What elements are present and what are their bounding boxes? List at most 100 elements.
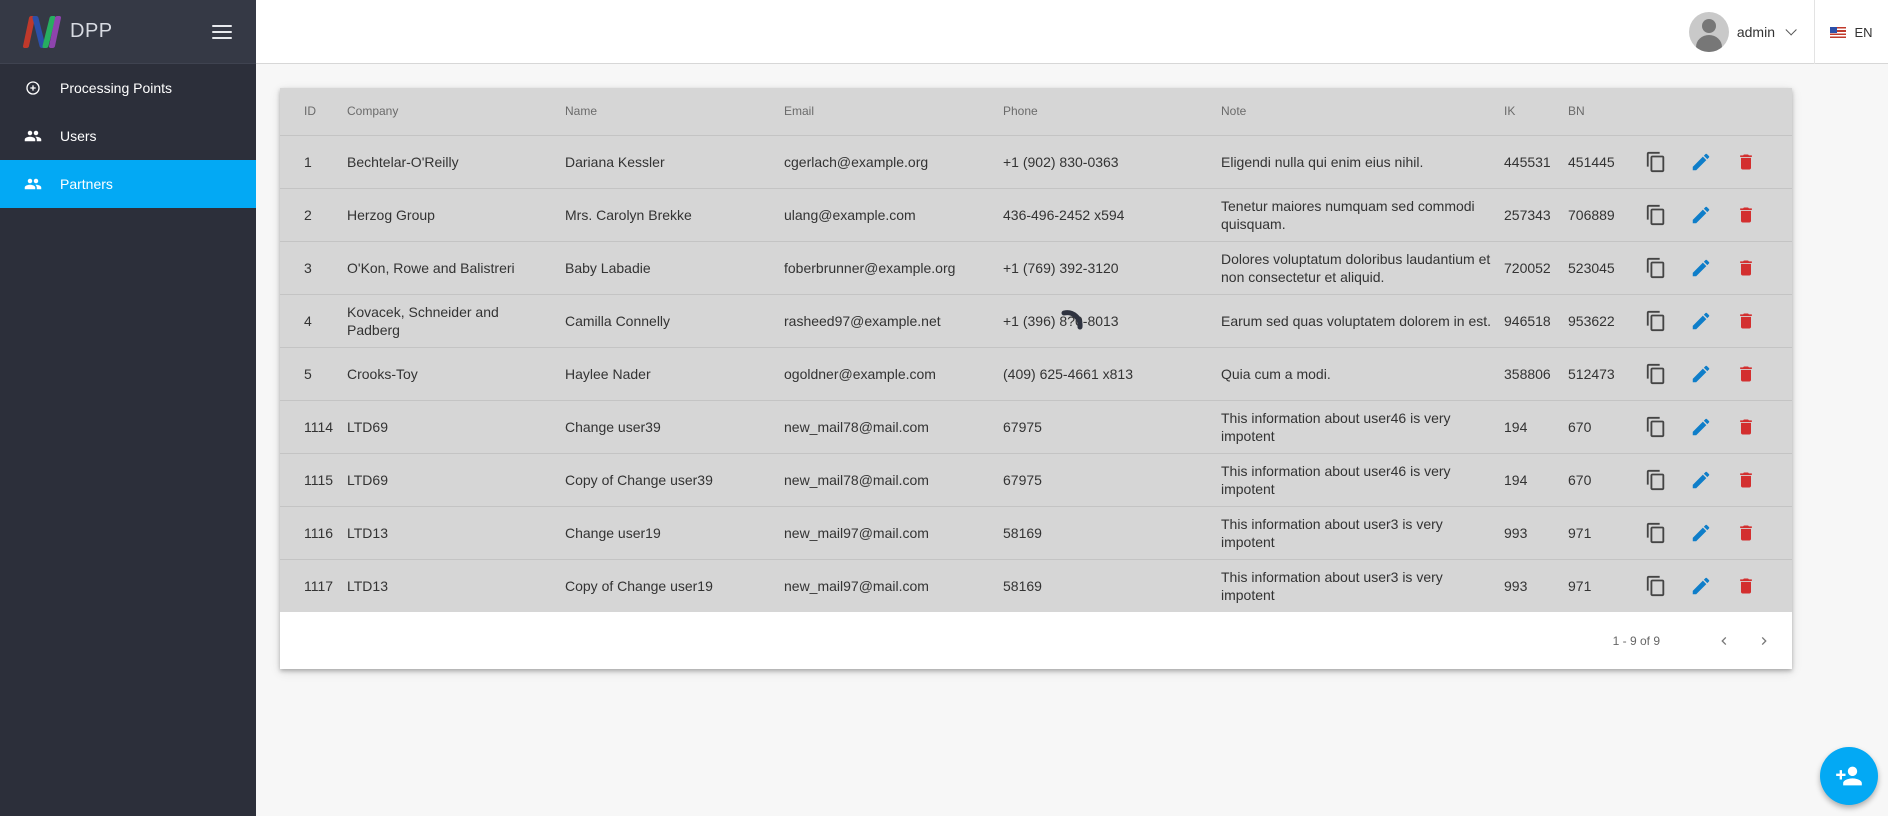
sidebar-item-label: Partners (60, 176, 113, 192)
copy-icon[interactable] (1644, 362, 1667, 386)
delete-icon[interactable] (1734, 574, 1757, 598)
add-circle-icon (24, 79, 42, 97)
app-name: DPP (70, 20, 113, 42)
cell-ik: 720052 (1492, 241, 1556, 295)
cell-id: 1114 (280, 400, 333, 454)
cell-bn: 670 (1556, 400, 1620, 454)
column-header-bn[interactable]: BN (1556, 88, 1620, 136)
delete-icon[interactable] (1734, 256, 1757, 280)
row-actions (1620, 506, 1792, 560)
cell-id: 1117 (304, 577, 334, 594)
cell-note: This information about user46 is very im… (1197, 453, 1492, 507)
edit-icon[interactable] (1689, 309, 1712, 333)
edit-icon[interactable] (1689, 150, 1712, 174)
cell-phone: (409) 625-4661 x813 (979, 347, 1197, 401)
cell-bn: 512473 (1556, 347, 1620, 401)
user-menu[interactable]: admin (1688, 12, 1797, 52)
table-row: 1117 LTD13 Copy of Change user19 new_mail97… (280, 559, 1792, 612)
delete-icon[interactable] (1734, 415, 1757, 439)
cell-company: Crooks-Toy (323, 347, 541, 401)
sidebar-nav: Processing Points Users Partners (0, 64, 256, 208)
cell-note: This information about user3 is very imp… (1221, 568, 1443, 603)
cell-ik: 257343 (1492, 188, 1556, 242)
row-actions (1620, 241, 1792, 295)
cell-company: LTD69 (323, 453, 541, 507)
cell-ik: 194 (1492, 453, 1556, 507)
cell-note: Eligendi nulla qui enim eius nihil. (1197, 135, 1492, 189)
copy-icon[interactable] (1644, 521, 1667, 545)
cell-name: Copy of Change user39 (541, 453, 760, 507)
column-header-ik[interactable]: IK (1492, 88, 1556, 136)
cell-ik: 993 (1492, 506, 1556, 560)
delete-icon[interactable] (1734, 309, 1757, 333)
add-partner-button[interactable] (1820, 747, 1878, 805)
copy-icon[interactable] (1644, 256, 1667, 280)
us-flag-icon (1830, 26, 1847, 38)
cell-company: Bechtelar-O'Reilly (323, 135, 541, 189)
cell-note: This information about user46 is very im… (1197, 400, 1492, 454)
cell-phone: +1 (902) 830-0363 (979, 135, 1197, 189)
menu-toggle-icon[interactable] (212, 24, 232, 39)
edit-icon[interactable] (1689, 415, 1712, 439)
cell-note: Tenetur maiores numquam sed commodi quis… (1197, 188, 1492, 242)
delete-icon[interactable] (1734, 362, 1757, 386)
next-page-icon[interactable] (1752, 629, 1776, 653)
people-icon (24, 175, 42, 193)
copy-icon[interactable] (1644, 468, 1667, 492)
column-header-id[interactable]: ID (280, 88, 323, 136)
table-row: 2 Herzog Group Mrs. Carolyn Brekke ulang@ex… (280, 188, 1792, 242)
table-body: 1 Bechtelar-O'Reilly Dariana Kessler cgerla… (280, 135, 1792, 612)
copy-icon[interactable] (1644, 150, 1667, 174)
row-actions (1620, 559, 1792, 612)
loading-spinner-icon (1056, 308, 1086, 338)
copy-icon[interactable] (1644, 203, 1667, 227)
table-row: 3 O'Kon, Rowe and Balistreri Baby Labadie f… (280, 241, 1792, 295)
cell-company: LTD69 (323, 400, 541, 454)
edit-icon[interactable] (1689, 203, 1712, 227)
delete-icon[interactable] (1734, 203, 1757, 227)
edit-icon[interactable] (1689, 362, 1712, 386)
add-person-icon (1836, 766, 1862, 786)
sidebar-item-partners[interactable]: Partners (0, 160, 256, 208)
cell-id: 1 (280, 135, 323, 189)
cell-phone: 67975 (979, 400, 1197, 454)
cell-email: cgerlach@example.org (760, 135, 979, 189)
column-header-phone[interactable]: Phone (979, 88, 1197, 136)
cell-bn: 706889 (1556, 188, 1620, 242)
cell-name: Mrs. Carolyn Brekke (541, 188, 760, 242)
cell-company: Herzog Group (323, 188, 541, 242)
language-selector[interactable]: EN (1814, 0, 1888, 64)
pagination-range: 1 - 9 of 9 (1612, 633, 1660, 648)
column-header-note[interactable]: Note (1197, 88, 1492, 136)
delete-icon[interactable] (1734, 468, 1757, 492)
cell-bn: 953622 (1556, 294, 1620, 348)
column-header-name[interactable]: Name (541, 88, 760, 136)
table-row: 5 Crooks-Toy Haylee Nader ogoldner@example.… (280, 347, 1792, 401)
cell-ik: 993 (1504, 577, 1528, 594)
edit-icon[interactable] (1689, 468, 1712, 492)
sidebar-item-processing-points[interactable]: Processing Points (0, 64, 256, 112)
cell-name: Dariana Kessler (541, 135, 760, 189)
people-icon (24, 127, 42, 145)
cell-company: LTD13 (323, 506, 541, 560)
copy-icon[interactable] (1644, 574, 1667, 598)
delete-icon[interactable] (1734, 150, 1757, 174)
partners-table: ID Company Name Email Phone Note IK BN 1… (280, 88, 1792, 612)
table-header-row: ID Company Name Email Phone Note IK BN (280, 88, 1792, 136)
edit-icon[interactable] (1689, 256, 1712, 280)
copy-icon[interactable] (1644, 309, 1667, 333)
cell-note: Dolores voluptatum doloribus laudantium … (1197, 241, 1492, 295)
copy-icon[interactable] (1644, 415, 1667, 439)
cell-id: 1115 (280, 453, 333, 507)
delete-icon[interactable] (1734, 521, 1757, 545)
column-header-company[interactable]: Company (323, 88, 541, 136)
cell-name: Haylee Nader (541, 347, 760, 401)
edit-icon[interactable] (1689, 521, 1712, 545)
table-row: 1115 LTD69 Copy of Change user39 new_mail78… (280, 453, 1792, 507)
previous-page-icon[interactable] (1712, 629, 1736, 653)
cell-name: Baby Labadie (541, 241, 760, 295)
column-header-email[interactable]: Email (760, 88, 979, 136)
cell-note: Earum sed quas voluptatem dolorem in est… (1197, 294, 1492, 348)
edit-icon[interactable] (1689, 574, 1712, 598)
sidebar-item-users[interactable]: Users (0, 112, 256, 160)
